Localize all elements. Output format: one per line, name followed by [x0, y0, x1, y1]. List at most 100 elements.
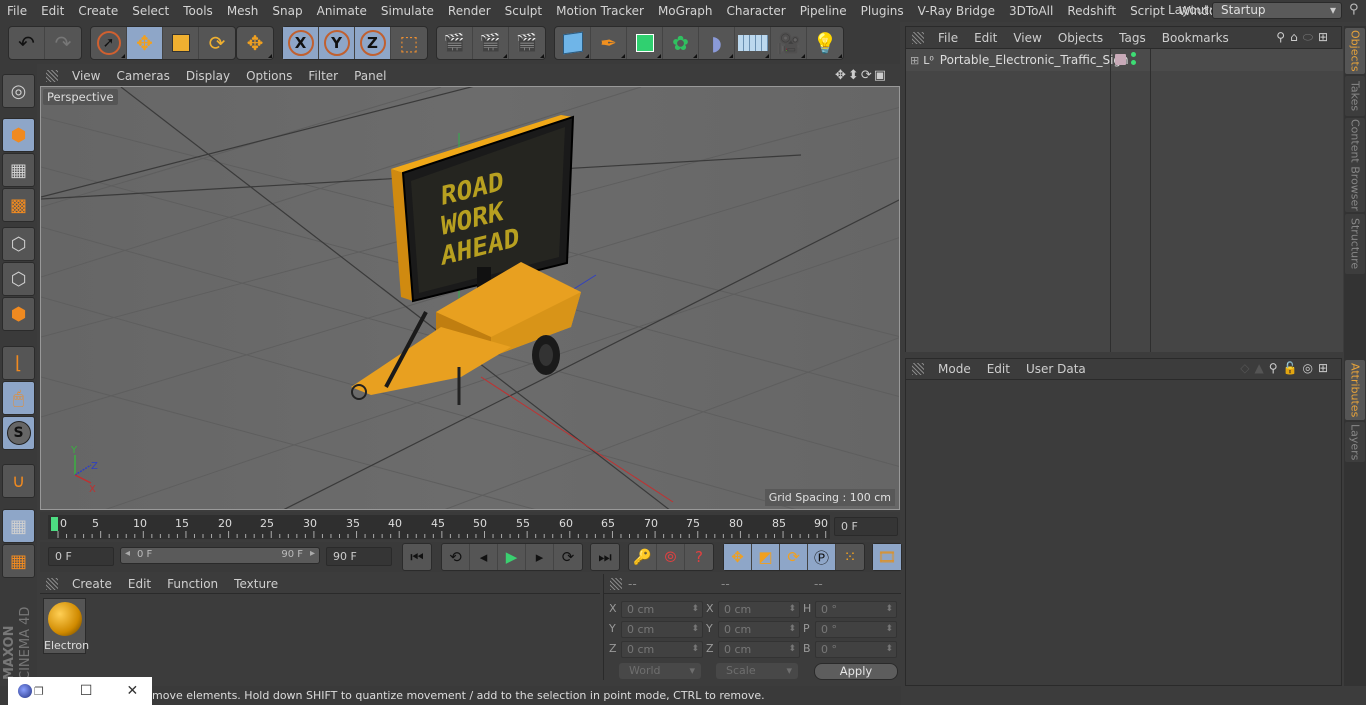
axis-mode-icon[interactable]: ⌊: [2, 346, 35, 380]
attribute-menu-mode[interactable]: Mode: [930, 362, 979, 376]
render-view-icon[interactable]: 🎬: [437, 27, 473, 59]
range-right-arrow-icon[interactable]: ▸: [310, 548, 315, 559]
viewport-menu-cameras[interactable]: Cameras: [108, 69, 177, 83]
editor-visibility-dot[interactable]: [1131, 52, 1136, 57]
key-parameter-icon[interactable]: Ⓟ: [808, 544, 836, 570]
workplane-mode-icon[interactable]: ▩: [2, 188, 35, 222]
menu-mesh[interactable]: Mesh: [220, 4, 266, 18]
material-menu-edit[interactable]: Edit: [120, 577, 159, 591]
scale-tool-icon[interactable]: [163, 27, 199, 59]
motion-record-icon[interactable]: 🔑: [629, 544, 657, 570]
menu-script[interactable]: Script: [1123, 4, 1172, 18]
menu-file[interactable]: File: [0, 4, 34, 18]
rot-h-field[interactable]: 0 °: [815, 601, 897, 618]
menu-snap[interactable]: Snap: [265, 4, 309, 18]
object-menu-file[interactable]: File: [930, 31, 966, 45]
lock-icon[interactable]: 🔓: [1283, 361, 1303, 375]
layout-select[interactable]: Startup: [1212, 2, 1342, 19]
object-name[interactable]: Portable_Electronic_Traffic_Sign: [940, 53, 1129, 67]
target-icon[interactable]: ◎: [1302, 361, 1317, 375]
object-menu-tags[interactable]: Tags: [1111, 31, 1154, 45]
menu-render[interactable]: Render: [441, 4, 498, 18]
tab-attributes[interactable]: Attributes: [1345, 360, 1365, 420]
autokey-help-icon[interactable]: ?: [685, 544, 713, 570]
toggle-view-icon[interactable]: ▣: [874, 68, 888, 83]
range-left-arrow-icon[interactable]: ◂: [125, 548, 130, 559]
menu-character[interactable]: Character: [719, 4, 792, 18]
menu-mograph[interactable]: MoGraph: [651, 4, 720, 18]
world-coordinates-icon[interactable]: ⬚: [391, 27, 427, 59]
search-icon[interactable]: ⚲: [1276, 30, 1290, 44]
tab-layers[interactable]: Layers: [1345, 422, 1365, 462]
go-to-end-icon[interactable]: ⏭: [591, 544, 619, 570]
edges-mode-icon[interactable]: ⬡: [2, 262, 35, 296]
menu-sculpt[interactable]: Sculpt: [498, 4, 549, 18]
new-panel-icon[interactable]: ⊞: [1318, 30, 1333, 44]
transform-tool-icon[interactable]: ✥: [237, 27, 273, 59]
menu-plugins[interactable]: Plugins: [854, 4, 911, 18]
panel-grip-icon[interactable]: [46, 70, 58, 82]
z-axis-lock-icon[interactable]: Z: [355, 27, 391, 59]
material-menu-create[interactable]: Create: [64, 577, 120, 591]
render-picture-viewer-icon[interactable]: 🎬: [473, 27, 509, 59]
next-frame-icon[interactable]: ▸: [526, 544, 554, 570]
search-icon[interactable]: ⚲: [1349, 2, 1359, 17]
light-icon[interactable]: 💡: [807, 27, 843, 59]
cloner-icon[interactable]: ✿: [663, 27, 699, 59]
planar-workplane-icon[interactable]: ▦: [2, 544, 35, 578]
coordinate-mode-dropdown[interactable]: World: [619, 663, 701, 679]
camera-icon[interactable]: 🎥: [771, 27, 807, 59]
tab-content-browser[interactable]: Content Browser: [1345, 118, 1365, 212]
up-icon[interactable]: ▲: [1254, 361, 1268, 375]
viewport-menu-options[interactable]: Options: [238, 69, 300, 83]
pan-view-icon[interactable]: ✥: [835, 68, 848, 83]
menu-tools[interactable]: Tools: [176, 4, 220, 18]
redo-icon[interactable]: ↷: [45, 27, 81, 59]
points-mode-icon[interactable]: ⬡: [2, 227, 35, 261]
cube-icon[interactable]: [555, 27, 591, 59]
back-icon[interactable]: ◇: [1240, 361, 1254, 375]
home-icon[interactable]: ⌂: [1290, 30, 1303, 44]
menu-pipeline[interactable]: Pipeline: [793, 4, 854, 18]
maximize-icon[interactable]: ☐: [80, 683, 93, 699]
tab-structure[interactable]: Structure: [1345, 214, 1365, 274]
previous-key-icon[interactable]: ⟲: [442, 544, 470, 570]
record-keys-icon[interactable]: ⦾: [657, 544, 685, 570]
menu-select[interactable]: Select: [125, 4, 176, 18]
size-x-field[interactable]: 0 cm: [718, 601, 800, 618]
size-y-field[interactable]: 0 cm: [718, 621, 800, 638]
tab-objects[interactable]: Objects: [1345, 28, 1365, 74]
menu-motion-tracker[interactable]: Motion Tracker: [549, 4, 651, 18]
menu-create[interactable]: Create: [71, 4, 125, 18]
key-position-icon[interactable]: ✥: [724, 544, 752, 570]
undo-icon[interactable]: ↶: [9, 27, 45, 59]
texture-mode-icon[interactable]: ▦: [2, 153, 35, 187]
object-menu-edit[interactable]: Edit: [966, 31, 1005, 45]
menu-edit[interactable]: Edit: [34, 4, 71, 18]
menu-simulate[interactable]: Simulate: [374, 4, 441, 18]
panel-grip-icon[interactable]: [912, 363, 924, 375]
model-mode-icon[interactable]: ⬢: [2, 118, 35, 152]
go-to-start-icon[interactable]: ⏮: [403, 544, 431, 570]
object-menu-view[interactable]: View: [1005, 31, 1049, 45]
select-tool-icon[interactable]: ➚: [91, 27, 127, 59]
viewport-menu-view[interactable]: View: [64, 69, 108, 83]
solo-mode-icon[interactable]: S: [2, 416, 35, 450]
panel-grip-icon[interactable]: [46, 577, 58, 590]
pos-x-field[interactable]: 0 cm: [621, 601, 703, 618]
pen-spline-icon[interactable]: ✒: [591, 27, 627, 59]
play-icon[interactable]: ▶: [498, 544, 526, 570]
attribute-menu-edit[interactable]: Edit: [979, 362, 1018, 376]
restore-icon[interactable]: ❐: [34, 685, 44, 698]
apply-button[interactable]: Apply: [814, 663, 898, 680]
render-settings-icon[interactable]: 🎬: [509, 27, 545, 59]
key-scale-icon[interactable]: ◩: [752, 544, 780, 570]
menu-3dtoall[interactable]: 3DToAll: [1002, 4, 1060, 18]
new-panel-icon[interactable]: ⊞: [1318, 361, 1333, 375]
timeline-ruler[interactable]: 0 5 10 15 20 25 30 35 40 45 50 55 60 65 …: [48, 515, 830, 539]
close-icon[interactable]: ✕: [126, 683, 138, 699]
3d-viewport[interactable]: ROAD WORK AHEAD Y Z X Perspective Grid S…: [40, 86, 900, 510]
pos-y-field[interactable]: 0 cm: [621, 621, 703, 638]
size-mode-dropdown[interactable]: Scale: [716, 663, 798, 679]
material-menu-function[interactable]: Function: [159, 577, 226, 591]
